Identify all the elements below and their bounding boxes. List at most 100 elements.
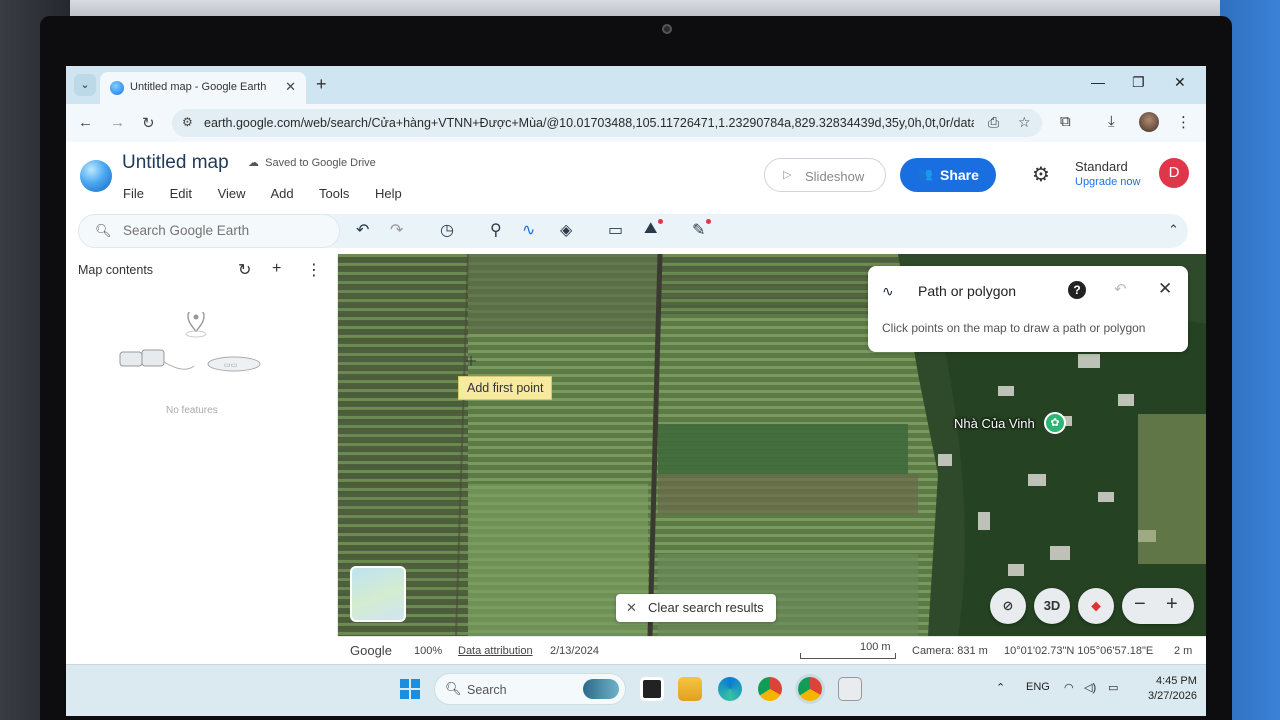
edge-icon[interactable] [718, 677, 742, 701]
account-avatar[interactable]: D [1159, 158, 1189, 188]
menu-edit[interactable]: Edit [170, 186, 192, 201]
menu-file[interactable]: File [123, 186, 144, 201]
bookmark-star-icon[interactable]: ☆ [1018, 114, 1031, 131]
minimap-thumbnail[interactable] [350, 566, 406, 622]
data-attribution-link[interactable]: Data attribution [458, 645, 533, 657]
path-polygon-card: ∿ Path or polygon ? ↶ ✕ Click points on … [868, 266, 1188, 352]
url-text[interactable]: earth.google.com/web/search/Cửa+hàng+VTN… [204, 116, 974, 130]
measure-icon[interactable]: ▭ [608, 220, 623, 240]
slideshow-button[interactable]: ▷ Slideshow [764, 158, 886, 192]
language-indicator[interactable]: ENG [1026, 681, 1050, 693]
tab-title: Untitled map - Google Earth [130, 81, 267, 93]
google-earth-favicon-icon [110, 81, 124, 95]
path-icon: ∿ [882, 283, 894, 299]
laptop-screen: ⌄ Untitled map - Google Earth ✕ + — ❐ ✕ … [66, 66, 1206, 716]
draw-path-icon[interactable]: ∿ [522, 220, 535, 240]
minimize-icon[interactable]: — [1091, 74, 1105, 90]
tray-chevron-icon[interactable]: ⌃ [996, 681, 1005, 694]
plan-label: Standard [1075, 159, 1128, 174]
zoom-controls: − + [1122, 588, 1194, 624]
tab-close-icon[interactable]: ✕ [285, 79, 296, 95]
add-point-tooltip: Add first point [458, 376, 553, 400]
download-icon[interactable]: ⤓ [1108, 113, 1115, 130]
street-view-off-icon[interactable]: ⊘ [990, 588, 1026, 624]
new-tab-icon[interactable]: + [316, 74, 327, 95]
back-icon[interactable]: ← [78, 114, 93, 131]
path-card-title: Path or polygon [918, 283, 1017, 299]
search-highlight-art [583, 679, 619, 699]
chrome-menu-icon[interactable]: ⋮ [1176, 113, 1191, 131]
taskbar-search[interactable]: 🔍︎ Search [434, 673, 626, 705]
more-options-icon[interactable]: ⋮ [306, 260, 322, 280]
panel-footer [66, 636, 338, 664]
search-input[interactable] [123, 223, 323, 238]
window-close-icon[interactable]: ✕ [1174, 74, 1186, 91]
file-explorer-icon[interactable] [678, 677, 702, 701]
save-status-text: Saved to Google Drive [265, 157, 376, 169]
save-status: ☁ Saved to Google Drive [248, 156, 376, 169]
collapse-toolbar-icon[interactable]: ⌃ [1168, 222, 1179, 238]
upgrade-link[interactable]: Upgrade now [1075, 176, 1140, 188]
menu-add[interactable]: Add [270, 186, 293, 201]
scale-text: 100 m [860, 641, 891, 653]
close-path-card-icon[interactable]: ✕ [1158, 279, 1172, 299]
wifi-icon[interactable]: ◠ [1064, 681, 1074, 694]
chrome-profile-icon[interactable] [798, 677, 822, 701]
profile-avatar[interactable] [1139, 112, 1159, 132]
panel-title: Map contents [78, 263, 154, 277]
chrome-icon[interactable] [758, 677, 782, 701]
forward-icon[interactable]: → [110, 114, 125, 131]
place-marker-icon[interactable]: ✿ [1044, 412, 1066, 434]
share-label: Share [940, 167, 979, 183]
add-icon[interactable]: + [272, 260, 281, 278]
menu-tools[interactable]: Tools [319, 186, 349, 201]
tab-search-dropdown-icon[interactable]: ⌄ [74, 74, 96, 96]
toggle-3d-button[interactable]: 3D [1034, 588, 1070, 624]
share-button[interactable]: 👥 Share [900, 158, 996, 192]
reload-icon[interactable]: ↻ [142, 114, 155, 132]
volume-icon[interactable]: ◁) [1084, 681, 1096, 694]
snipping-tool-icon[interactable] [838, 677, 862, 701]
undo-point-icon[interactable]: ↶ [1114, 280, 1127, 298]
redo-icon[interactable]: ↷ [390, 220, 403, 240]
search-icon: 🔍︎ [445, 681, 462, 696]
browser-address-bar: ← → ↻ ⚙ earth.google.com/web/search/Cửa+… [66, 104, 1206, 142]
windows-start-icon[interactable] [400, 679, 420, 699]
help-icon[interactable]: ? [1068, 281, 1086, 299]
clear-search-label: Clear search results [648, 600, 764, 615]
refresh-icon[interactable]: ↻ [238, 260, 251, 280]
restore-icon[interactable]: ❐ [1132, 74, 1145, 91]
extensions-icon[interactable]: ⧉ [1060, 113, 1071, 130]
taskbar-clock[interactable]: 4:45 PM 3/27/2026 [1148, 674, 1197, 704]
compass-icon[interactable]: ⬥ [1078, 588, 1114, 624]
browser-tab[interactable]: Untitled map - Google Earth ✕ [100, 72, 306, 104]
earth-header: Untitled map ☁ Saved to Google Drive Fil… [66, 142, 1206, 214]
install-app-icon[interactable]: ⎙ [988, 114, 999, 131]
undo-icon[interactable]: ↶ [356, 220, 369, 240]
map-title[interactable]: Untitled map [122, 152, 229, 174]
add-data-layer-icon[interactable]: ⛰ [644, 220, 657, 238]
zoom-in-icon[interactable]: + [1166, 593, 1178, 616]
historical-imagery-icon[interactable]: ◷ [440, 220, 454, 240]
layers-icon[interactable]: ◈ [560, 220, 572, 240]
camera-altitude: Camera: 831 m [912, 645, 988, 657]
cursor-coordinates: 10°01'02.73"N 105°06'57.18"E [1004, 645, 1154, 657]
place-label[interactable]: Nhà Của Vinh [954, 416, 1035, 431]
earth-toolbar: 🔍︎ ↶ ↷ ◷ ⚲ ∿ ◈ ▭ ⛰ ✎ ⌃ [78, 214, 1188, 248]
path-card-hint: Click points on the map to draw a path o… [882, 321, 1146, 335]
battery-icon[interactable]: ▭ [1108, 681, 1118, 694]
zoom-out-icon[interactable]: − [1134, 593, 1146, 616]
menu-help[interactable]: Help [375, 186, 402, 201]
add-placemark-icon[interactable]: ⚲ [490, 220, 502, 240]
map-contents-panel: Map contents ↻ + ⋮ ▭▭ No features [66, 254, 338, 664]
new-badge [706, 219, 711, 224]
omnibox[interactable]: ⚙ earth.google.com/web/search/Cửa+hàng+V… [172, 109, 1042, 137]
task-view-icon[interactable] [640, 677, 664, 701]
satellite-map[interactable]: Add first point ∿ Path or polygon ? ↶ ✕ … [338, 254, 1206, 636]
site-info-icon[interactable]: ⚙ [182, 115, 193, 129]
clear-search-button[interactable]: ✕ Clear search results [616, 594, 776, 622]
settings-gear-icon[interactable]: ⚙ [1032, 162, 1050, 187]
tools-icon[interactable]: ✎ [692, 220, 705, 240]
menu-bar: File Edit View Add Tools Help [123, 186, 424, 201]
menu-view[interactable]: View [218, 186, 246, 201]
